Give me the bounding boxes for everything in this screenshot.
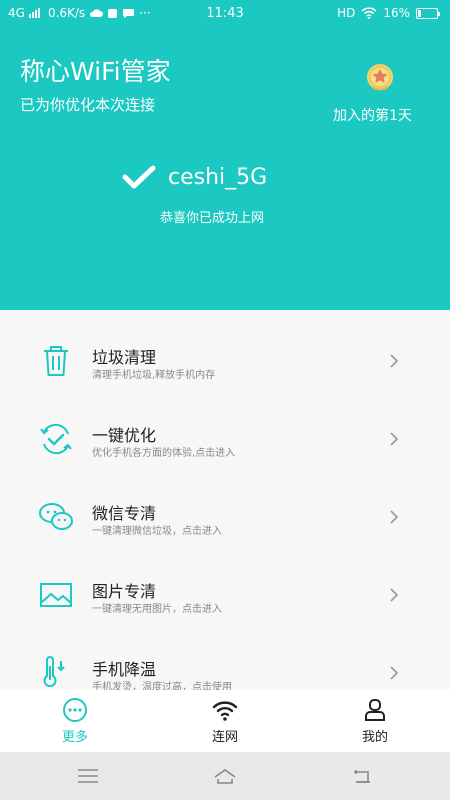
join-days-label: 加入的第1天 <box>333 108 412 124</box>
home-icon[interactable] <box>213 766 237 786</box>
back-icon[interactable] <box>350 766 374 786</box>
connection-status: 恭喜你已成功上网 <box>160 211 265 226</box>
list-item-optimize[interactable]: 一键优化 优化手机各方面的体验,点击进入 <box>0 398 450 476</box>
wifi-status-icon <box>361 7 377 19</box>
wifi-icon <box>212 701 238 721</box>
app-title: 称心WiFi管家 <box>20 57 171 86</box>
item-desc: 清理手机垃圾,释放手机内存 <box>92 370 216 381</box>
item-title: 微信专清 <box>92 504 157 523</box>
network-name: ceshi_5G <box>168 164 268 190</box>
chevron-right-icon <box>390 432 399 446</box>
list-item-image-clean[interactable]: 图片专清 一键清理无用图片，点击进入 <box>0 554 450 632</box>
item-desc: 一键清理微信垃圾，点击进入 <box>92 526 222 537</box>
item-title: 一键优化 <box>92 426 157 445</box>
item-desc: 优化手机各方面的体验,点击进入 <box>92 448 236 459</box>
tab-label: 我的 <box>361 730 388 745</box>
header-banner: 4G 0.6K/s ··· 11:43 HD 16% 称心WiFi管家 已为你优… <box>0 0 450 310</box>
chevron-right-icon <box>390 588 399 602</box>
thermometer-icon <box>43 656 65 688</box>
item-desc: 一键清理无用图片，点击进入 <box>92 604 222 615</box>
list-item-wechat-clean[interactable]: 微信专清 一键清理微信垃圾，点击进入 <box>0 476 450 554</box>
connected-network: ceshi_5G <box>122 164 267 190</box>
hd-indicator: HD <box>337 6 356 20</box>
chevron-right-icon <box>390 666 399 680</box>
chevron-right-icon <box>390 354 399 368</box>
battery-icon <box>416 7 440 19</box>
app-subtitle: 已为你优化本次连接 <box>20 96 156 114</box>
tab-more[interactable]: 更多 <box>0 690 150 752</box>
battery-percent: 16% <box>383 6 410 20</box>
item-title: 手机降温 <box>92 660 157 679</box>
tab-connect[interactable]: 连网 <box>150 690 300 752</box>
medal-icon[interactable] <box>362 60 398 96</box>
item-title: 垃圾清理 <box>92 348 157 367</box>
system-navigation-bar <box>0 752 450 800</box>
feature-list: 垃圾清理 清理手机垃圾,释放手机内存 一键优化 优化手机各方面的体验,点击进入 … <box>0 310 450 693</box>
menu-icon[interactable] <box>76 766 100 786</box>
optimize-icon <box>40 423 72 455</box>
tab-label: 连网 <box>211 730 238 745</box>
tab-profile[interactable]: 我的 <box>300 690 450 752</box>
list-item-trash-clean[interactable]: 垃圾清理 清理手机垃圾,释放手机内存 <box>0 320 450 398</box>
wechat-icon <box>39 503 73 530</box>
bottom-tab-bar: 更多 连网 我的 <box>0 690 450 752</box>
trash-icon <box>44 346 68 376</box>
chevron-right-icon <box>390 510 399 524</box>
tab-label: 更多 <box>61 730 88 745</box>
profile-icon <box>365 699 385 721</box>
image-icon <box>40 583 72 607</box>
more-icon <box>63 698 87 722</box>
check-icon <box>122 165 156 189</box>
status-bar: 4G 0.6K/s ··· 11:43 HD 16% <box>0 0 450 28</box>
item-title: 图片专清 <box>92 582 157 601</box>
